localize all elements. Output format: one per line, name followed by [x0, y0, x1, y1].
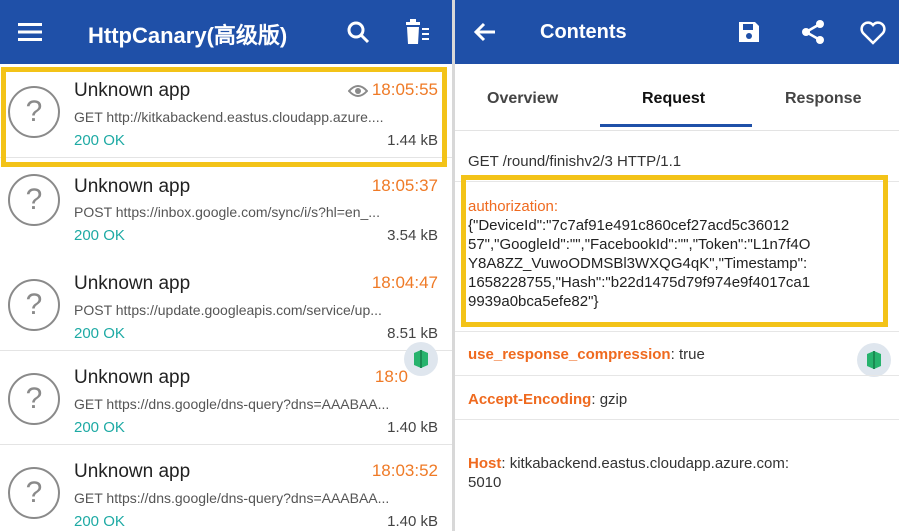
unknown-app-icon: ?: [8, 174, 60, 226]
selected-request-highlight: [1, 67, 447, 167]
app-name: Unknown app: [74, 273, 191, 294]
response-size: 8.51 kB: [387, 325, 438, 342]
list-item[interactable]: ? Unknown app 18:0 GET https://dns.googl…: [0, 351, 452, 445]
colon: :: [670, 346, 679, 363]
header-value: true: [678, 346, 705, 363]
app-title: HttpCanary(高级版): [88, 23, 288, 48]
right-app-bar: Contents: [455, 0, 899, 64]
request-time: 18:05:37: [371, 176, 438, 195]
unknown-app-icon: ?: [8, 467, 60, 519]
request-url: POST https://update.googleapis.com/servi…: [74, 302, 382, 318]
status-code: 200 OK: [74, 227, 125, 244]
status-code: 200 OK: [74, 325, 125, 342]
save-icon[interactable]: [737, 20, 761, 49]
tab-overview[interactable]: Overview: [487, 90, 558, 108]
authorization-highlight: [461, 175, 888, 327]
back-arrow-icon[interactable]: [473, 20, 497, 49]
tab-response[interactable]: Response: [785, 90, 861, 108]
header-value: gzip: [599, 391, 628, 408]
request-url: POST https://inbox.google.com/sync/i/s?h…: [74, 204, 380, 220]
unknown-app-icon: ?: [8, 373, 60, 425]
header-key: Host: [468, 455, 502, 472]
search-icon[interactable]: [346, 20, 370, 49]
response-size: 1.40 kB: [387, 513, 438, 530]
header-use-response-compression: use_response_compression: true: [468, 345, 888, 364]
divider: [455, 375, 899, 376]
colon: :: [591, 391, 600, 408]
request-time: 18:03:52: [371, 461, 438, 480]
request-line: GET /round/finishv2/3 HTTP/1.1: [468, 153, 682, 170]
header-value: kitkabackend.eastus.cloudapp.azure.com: …: [468, 455, 790, 491]
response-size: 3.54 kB: [387, 227, 438, 244]
divider: [455, 419, 899, 420]
header-key: use_response_compression: [468, 346, 671, 363]
floating-tool-button[interactable]: [857, 343, 891, 377]
contents-title: Contents: [540, 21, 627, 43]
request-url: GET https://dns.google/dns-query?dns=AAA…: [74, 396, 390, 412]
hamburger-menu-icon[interactable]: [18, 22, 42, 47]
list-item[interactable]: ? Unknown app 18:04:47 POST https://upda…: [0, 257, 452, 351]
status-code: 200 OK: [74, 419, 125, 436]
header-key: Accept-Encoding: [468, 391, 592, 408]
share-icon[interactable]: [800, 19, 826, 50]
header-accept-encoding: Accept-Encoding: gzip: [468, 390, 888, 409]
app-name: Unknown app: [74, 461, 191, 482]
app-name: Unknown app: [74, 367, 191, 388]
request-time: 18:04:47: [371, 273, 438, 292]
floating-tool-button[interactable]: [404, 342, 438, 376]
request-url: GET https://dns.google/dns-query?dns=AAA…: [74, 490, 390, 506]
active-tab-indicator: [600, 124, 752, 127]
left-app-bar: HttpCanary(高级版): [0, 0, 452, 64]
list-item[interactable]: ? Unknown app 18:03:52 GET https://dns.g…: [0, 445, 452, 531]
list-item[interactable]: ? Unknown app 18:05:37 POST https://inbo…: [0, 164, 452, 258]
unknown-app-icon: ?: [8, 279, 60, 331]
trash-filter-icon[interactable]: [404, 19, 430, 50]
divider: [455, 331, 899, 332]
app-name: Unknown app: [74, 176, 191, 197]
colon: :: [501, 455, 510, 472]
content-tabs: Overview Request Response: [455, 64, 899, 131]
tab-request[interactable]: Request: [642, 90, 705, 108]
response-size: 1.40 kB: [387, 419, 438, 436]
heart-icon[interactable]: [860, 21, 886, 50]
header-host: Host: kitkabackend.eastus.cloudapp.azure…: [468, 435, 888, 492]
status-code: 200 OK: [74, 513, 125, 530]
